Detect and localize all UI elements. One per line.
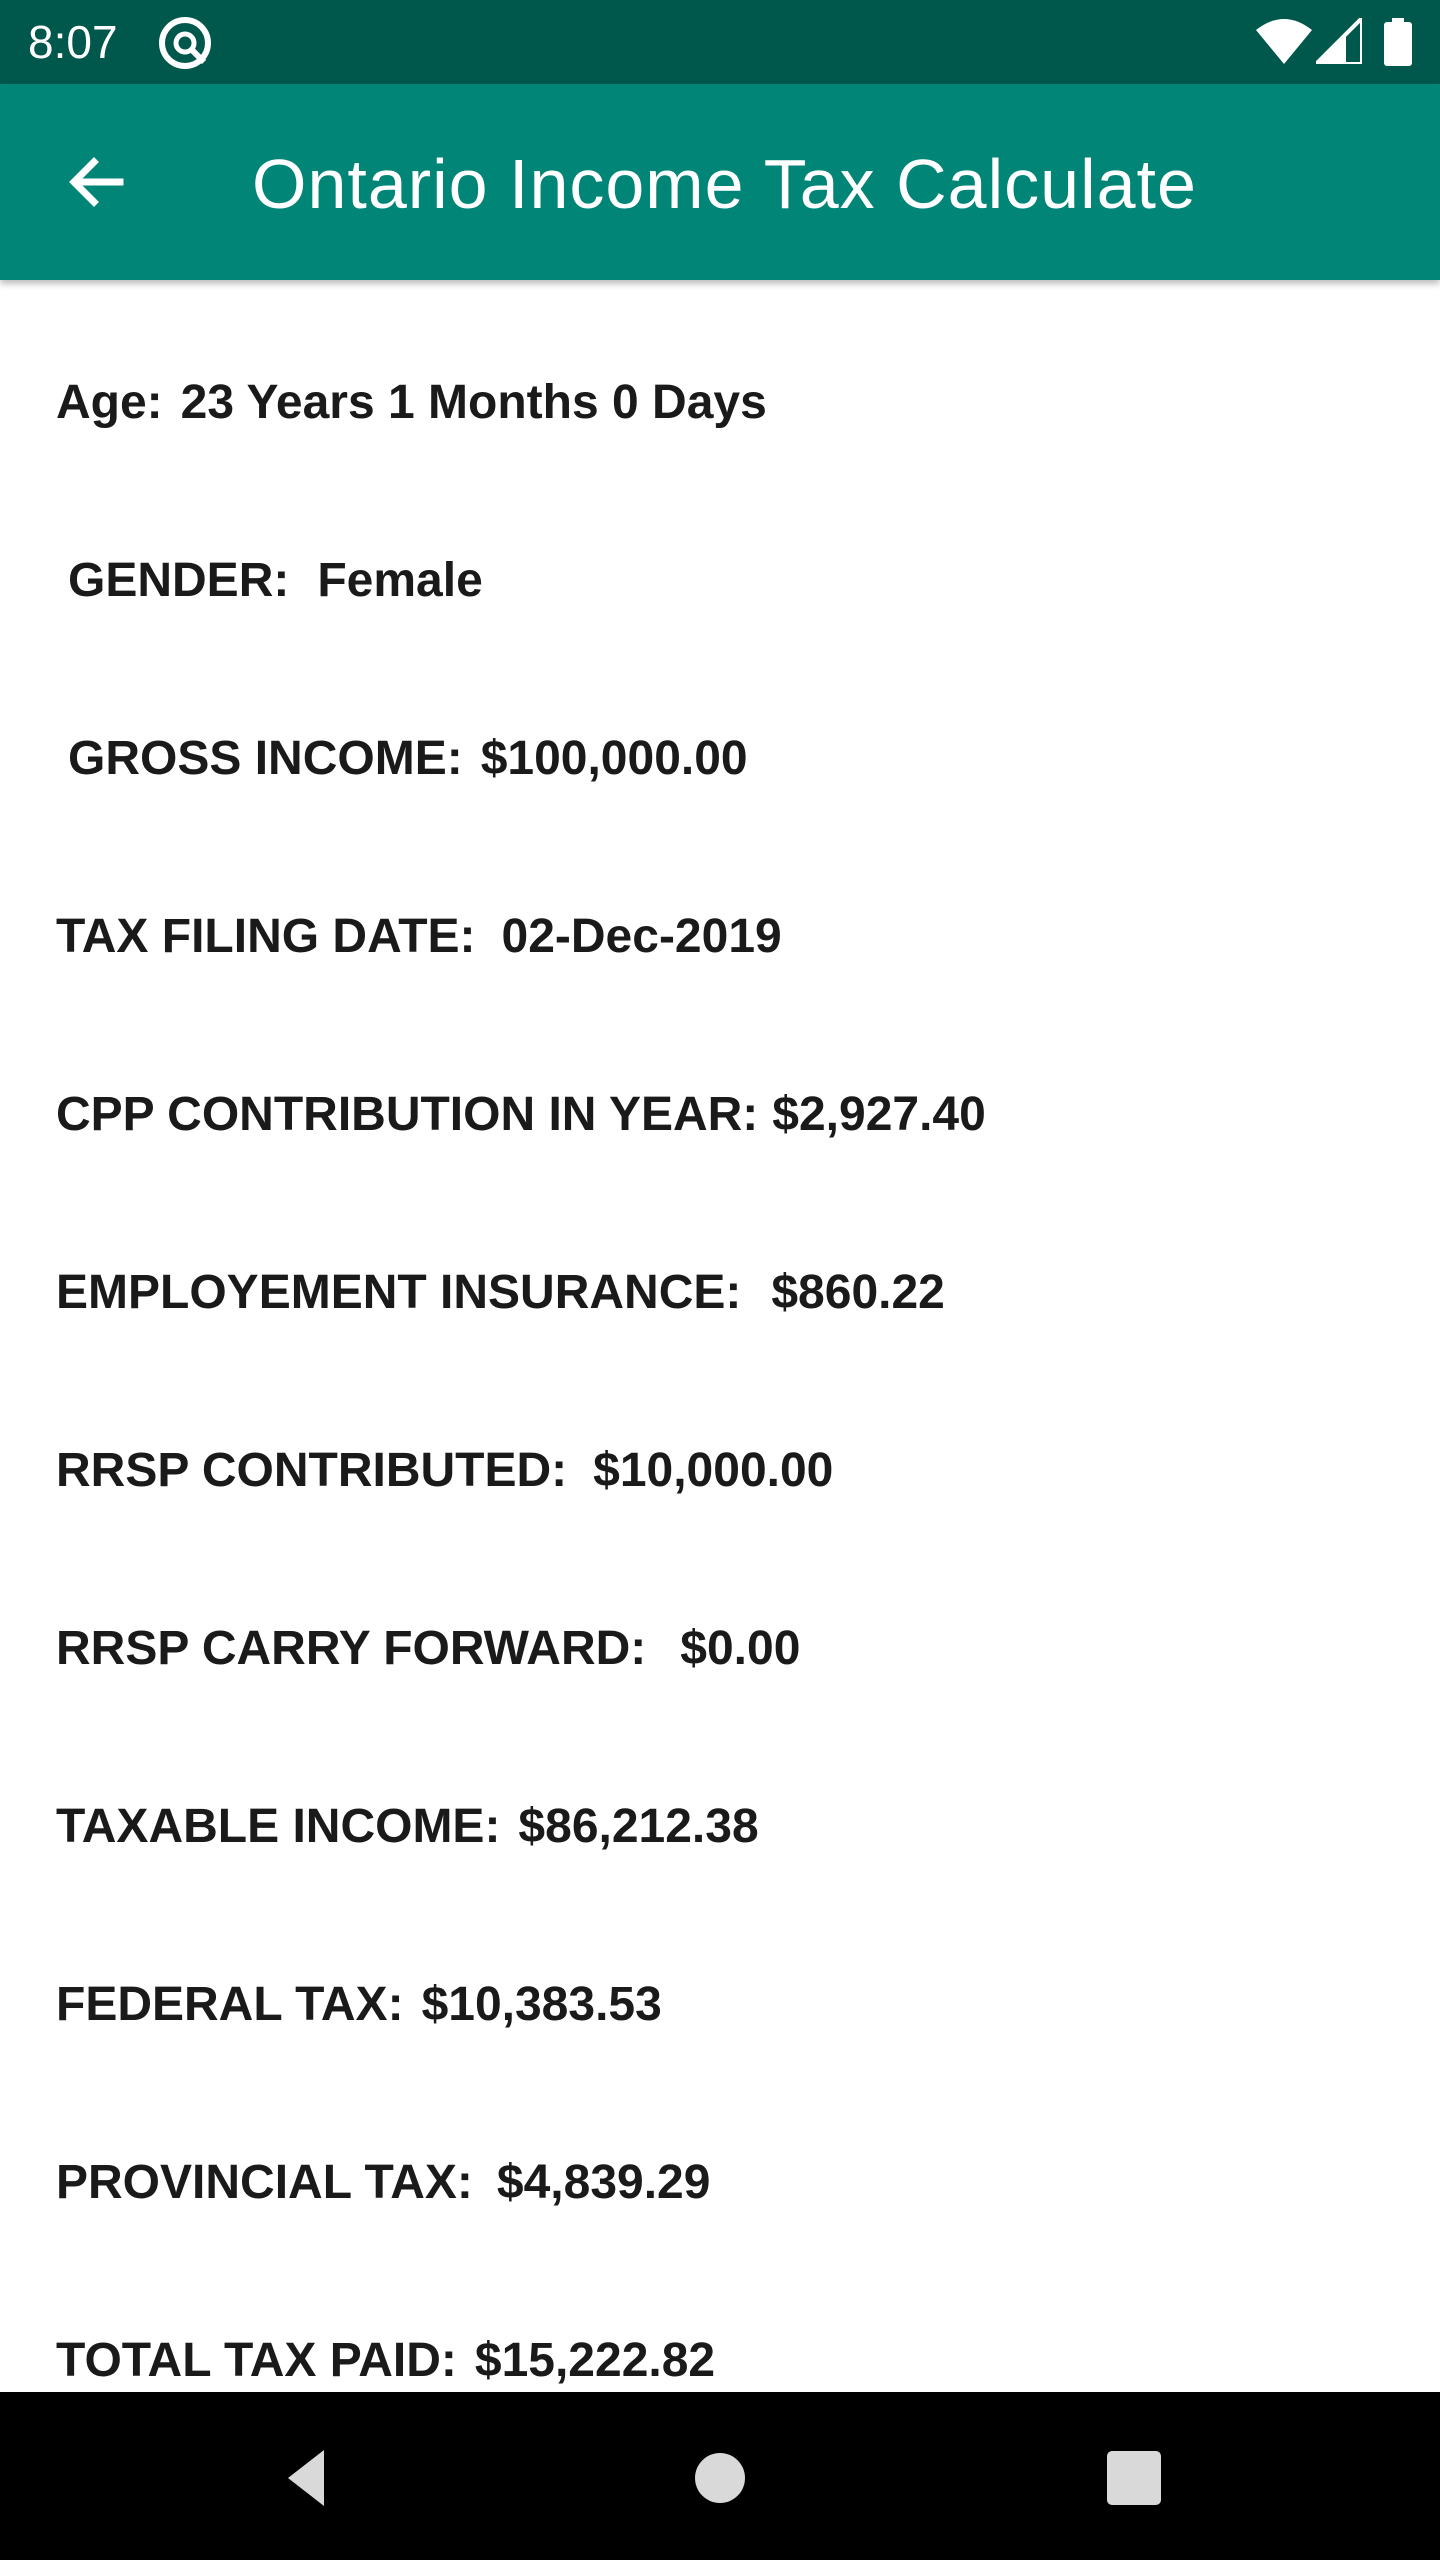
detail-row-age: Age: 23 Years 1 Months 0 Days xyxy=(56,368,767,438)
detail-value: $4,839.29 xyxy=(496,2156,711,2209)
detail-row-employment-insurance: EMPLOYEMENT INSURANCE: $860.22 xyxy=(56,1258,945,1328)
detail-label: GROSS INCOME: xyxy=(68,732,463,785)
detail-value: Female xyxy=(317,554,483,607)
app-bar: Ontario Income Tax Calculate xyxy=(0,84,1440,280)
back-button[interactable] xyxy=(54,140,138,224)
detail-row-total-tax-paid: TOTAL TAX PAID: $15,222.82 xyxy=(56,2326,715,2392)
detail-value: $10,000.00 xyxy=(593,1444,834,1497)
tax-details-list: Age: 23 Years 1 Months 0 Days GENDER: Fema… xyxy=(0,280,1440,2392)
detail-row-taxable-income: TAXABLE INCOME: $86,212.38 xyxy=(56,1792,759,1862)
detail-value: 23 Years 1 Months 0 Days xyxy=(180,376,767,429)
detail-row-gender: GENDER: Female xyxy=(68,546,483,616)
detail-row-rrsp-carry-forward: RRSP CARRY FORWARD: $0.00 xyxy=(56,1614,800,1684)
detail-label: TAX FILING DATE: xyxy=(56,910,476,963)
detail-label: Age: xyxy=(56,376,163,429)
cell-signal-icon xyxy=(1316,18,1362,64)
arrow-left-icon xyxy=(69,157,124,207)
detail-value: $2,927.40 xyxy=(772,1088,986,1141)
detail-row-tax-filing-date: TAX FILING DATE: 02-Dec-2019 xyxy=(56,902,782,972)
detail-value: $86,212.38 xyxy=(518,1800,759,1853)
detail-label: RRSP CARRY FORWARD: xyxy=(56,1622,647,1675)
status-bar: 8:07 xyxy=(0,0,1440,84)
at-sign-icon xyxy=(159,17,211,69)
detail-value: $10,383.53 xyxy=(421,1978,662,2031)
detail-row-provincial-tax: PROVINCIAL TAX: $4,839.29 xyxy=(56,2148,710,2218)
page-title: Ontario Income Tax Calculate xyxy=(252,145,1197,223)
detail-value: $0.00 xyxy=(680,1622,801,1675)
detail-label: PROVINCIAL TAX: xyxy=(56,2156,473,2209)
detail-row-gross-income: GROSS INCOME: $100,000.00 xyxy=(68,724,748,794)
detail-row-federal-tax: FEDERAL TAX: $10,383.53 xyxy=(56,1970,662,2040)
detail-value: $15,222.82 xyxy=(474,2334,716,2387)
nav-back-icon[interactable] xyxy=(270,2436,354,2520)
wifi-icon xyxy=(1256,19,1312,64)
detail-label: EMPLOYEMENT INSURANCE: xyxy=(56,1266,742,1319)
detail-label: TOTAL TAX PAID: xyxy=(56,2334,457,2387)
nav-recents-icon[interactable] xyxy=(1104,2436,1164,2520)
detail-value: $100,000.00 xyxy=(480,732,748,785)
detail-row-rrsp-contributed: RRSP CONTRIBUTED: $10,000.00 xyxy=(56,1436,833,1506)
detail-label: CPP CONTRIBUTION IN YEAR: xyxy=(56,1088,759,1141)
detail-row-cpp-contribution: CPP CONTRIBUTION IN YEAR: $2,927.40 xyxy=(56,1080,986,1150)
battery-icon xyxy=(1384,18,1412,66)
detail-label: RRSP CONTRIBUTED: xyxy=(56,1444,568,1497)
detail-label: FEDERAL TAX: xyxy=(56,1978,404,2031)
status-time: 8:07 xyxy=(28,16,118,68)
detail-label: GENDER: xyxy=(68,554,290,607)
navigation-bar xyxy=(0,2392,1440,2560)
detail-value: $860.22 xyxy=(771,1266,945,1319)
nav-home-icon[interactable] xyxy=(690,2436,750,2520)
detail-value: 02-Dec-2019 xyxy=(501,910,782,963)
detail-label: TAXABLE INCOME: xyxy=(56,1800,501,1853)
